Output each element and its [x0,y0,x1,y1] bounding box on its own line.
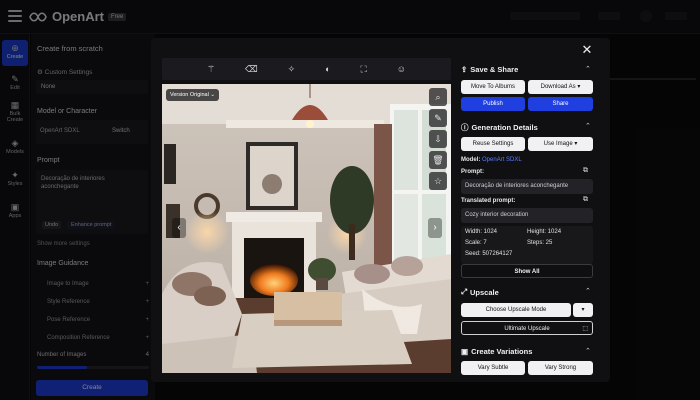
download-as-button[interactable]: Download As ▾ [528,80,593,94]
use-image-button[interactable]: Use Image ▾ [528,137,593,151]
copy-icon[interactable]: ⧉ [583,196,588,204]
scale-value: Scale: 7 [465,240,487,246]
reuse-settings-button[interactable]: Reuse Settings [461,137,525,151]
zoom-icon[interactable]: ⌕ [429,88,447,106]
version-dropdown[interactable]: Version Original ⌄ [166,89,219,101]
params-box: Width: 1024 Height: 1024 Scale: 7 Steps:… [461,226,593,264]
vary-strong-button[interactable]: Vary Strong [528,361,593,375]
close-icon[interactable]: ✕ [579,42,595,58]
palette-icon[interactable]: ◐ [325,64,330,74]
collapse-save-share-icon[interactable]: ⌃ [585,65,591,73]
share-button[interactable]: Share [528,97,593,111]
share-icon: ⇪ [461,65,468,74]
magic-wand-icon[interactable]: ⚚ [207,64,215,75]
model-link[interactable]: OpenArt SDXL [482,157,522,163]
caret-down-icon: ▾ [574,141,578,147]
collapse-upscale-icon[interactable]: ⌃ [585,287,591,295]
star-icon[interactable]: ☆ [429,172,447,190]
image-toolbar: ⚚ ⌫ ✧ ◐ ⛶ ☺ [162,58,451,80]
smile-icon[interactable]: ☺ [397,64,406,74]
ultimate-upscale-button[interactable]: Ultimate Upscale ⬚ [461,321,593,335]
edit-icon[interactable]: ✎ [429,109,447,127]
eraser-icon[interactable]: ⌫ [245,64,258,75]
steps-value: Steps: 25 [527,240,553,246]
publish-button[interactable]: Publish [461,97,525,111]
upscale-icon: ⤢ [461,287,467,296]
collapse-details-icon[interactable]: ⌃ [585,122,591,130]
upscale-mode-dropdown[interactable]: ▾ [573,303,593,317]
upscale-heading: ⤢ Upscale [461,287,499,297]
trash-icon[interactable]: 🗑 [429,151,447,169]
next-image-arrow[interactable]: › [428,218,442,238]
translated-prompt-value: Cozy interior decoration [461,208,593,223]
generated-image [162,84,451,373]
living-room-illustration [162,84,451,373]
use-image-label: Use Image [543,141,573,147]
prompt-value: Decoração de interiores aconchegante [461,179,593,194]
prompt-label: Prompt: [461,169,484,175]
person-image-icon[interactable]: ⛶ [361,64,367,75]
copy-icon[interactable]: ⧉ [583,167,588,175]
upscale-box-icon: ⬚ [582,326,588,332]
version-label: Version Original [170,92,209,98]
ultimate-upscale-label: Ultimate Upscale [504,326,550,332]
seed-value: Seed: 507264127 [465,251,513,257]
caret-down-icon: ▾ [577,84,581,90]
image-icon: ▣ [461,347,469,356]
sparkle-icon[interactable]: ✧ [288,64,296,75]
save-share-heading: ⇪ Save & Share [461,65,519,74]
download-as-label: Download As [540,84,576,90]
show-all-button[interactable]: Show All [461,264,593,278]
choose-upscale-mode-button[interactable]: Choose Upscale Mode [461,303,571,317]
move-to-albums-button[interactable]: Move To Albums [461,80,525,94]
collapse-variations-icon[interactable]: ⌃ [585,347,591,355]
model-label: Model: [461,157,481,163]
create-variations-heading: ▣ Create Variations [461,347,533,356]
vary-subtle-button[interactable]: Vary Subtle [461,361,525,375]
height-value: Height: 1024 [527,229,562,235]
model-detail: Model: OpenArt SDXL [461,157,522,163]
width-value: Width: 1024 [465,229,498,235]
previous-image-arrow[interactable]: ‹ [172,218,186,238]
info-icon: ⓘ [461,123,469,132]
download-icon[interactable]: ⇩ [429,130,447,148]
generation-details-heading: ⓘ Generation Details [461,123,538,132]
translated-prompt-label: Translated prompt: [461,198,516,204]
chevron-down-icon: ⌄ [210,92,215,98]
